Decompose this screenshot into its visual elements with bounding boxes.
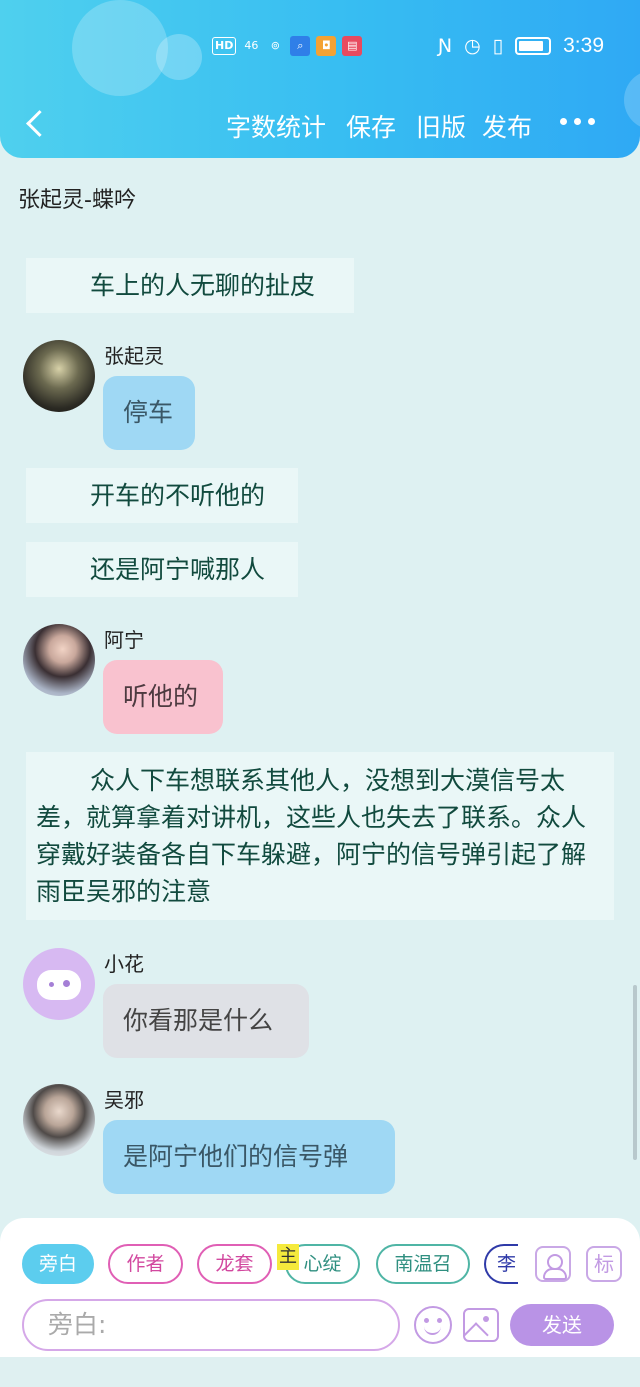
scrollbar[interactable]	[633, 985, 637, 1160]
old-version-button[interactable]: 旧版	[416, 108, 466, 144]
nfc-icon: Ɲ	[437, 35, 453, 57]
battery-icon	[515, 37, 552, 55]
alarm-icon: ◷	[464, 35, 481, 57]
speaker-name: 阿宁	[104, 628, 144, 652]
speaker-name: 吴邪	[104, 1088, 144, 1112]
avatar-wuxie[interactable]	[23, 1084, 95, 1156]
cup-app-icon: ◘	[316, 36, 337, 56]
status-left: HD 46 ⊚ ⌕ ◘ ▤	[212, 36, 363, 56]
publish-button[interactable]: 发布	[482, 108, 532, 144]
wifi-hotspot-icon: ⊚	[270, 39, 280, 52]
main-role-marker: 主	[277, 1244, 299, 1270]
avatar-aning[interactable]	[23, 624, 95, 696]
role-manage-icon[interactable]	[535, 1246, 571, 1282]
avatar-xiaohua[interactable]	[23, 948, 95, 1020]
clock-time: 3:39	[563, 34, 604, 57]
status-bar: HD 46 ⊚ ⌕ ◘ ▤ Ɲ ◷ ▯ 3:39	[0, 30, 640, 64]
narration-bubble[interactable]: 开车的不听他的	[26, 468, 298, 523]
mark-button[interactable]: 标	[586, 1246, 622, 1282]
role-chip-author[interactable]: 作者	[108, 1244, 183, 1284]
avatar-zhangqiling[interactable]	[23, 340, 95, 412]
header-actions: 字数统计 保存 旧版 发布	[226, 108, 532, 144]
save-button[interactable]: 保存	[346, 108, 396, 144]
more-options-button[interactable]	[560, 118, 595, 125]
top-header: HD 46 ⊚ ⌕ ◘ ▤ Ɲ ◷ ▯ 3:39 字数统计 保存 旧版 发布	[0, 0, 640, 158]
speaker-name: 小花	[104, 952, 144, 976]
role-chip-narrator[interactable]: 旁白	[22, 1244, 94, 1284]
role-chip-extra[interactable]: 龙套	[197, 1244, 272, 1284]
search-app-icon: ⌕	[290, 36, 311, 56]
status-right: Ɲ ◷ ▯ 3:39	[438, 34, 604, 58]
narration-bubble[interactable]: 众人下车想联系其他人，没想到大漠信号太差，就算拿着对讲机，这些人也失去了联系。众…	[26, 752, 614, 920]
emoji-icon[interactable]	[414, 1306, 452, 1344]
narration-bubble[interactable]: 还是阿宁喊那人	[26, 542, 298, 597]
send-button[interactable]: 发送	[510, 1304, 614, 1346]
vibrate-icon: ▯	[492, 35, 504, 57]
back-button[interactable]	[22, 106, 52, 142]
word-count-button[interactable]: 字数统计	[226, 108, 326, 144]
message-input[interactable]: 旁白:	[22, 1299, 400, 1351]
narration-bubble[interactable]: 车上的人无聊的扯皮	[26, 258, 354, 313]
bottom-strip	[0, 1357, 640, 1387]
story-title: 张起灵-蝶吟	[18, 188, 136, 213]
decor-bubble	[624, 70, 640, 130]
signal-icon: 46	[244, 39, 259, 52]
role-chip-li[interactable]: 李	[484, 1244, 518, 1284]
chat-face-icon	[37, 970, 81, 1000]
chat-bubble[interactable]: 是阿宁他们的信号弹	[103, 1120, 395, 1194]
speaker-name: 张起灵	[104, 344, 164, 368]
chat-bubble[interactable]: 听他的	[103, 660, 223, 734]
book-app-icon: ▤	[342, 36, 363, 56]
role-chip-nanwenzhao[interactable]: 南温召	[376, 1244, 470, 1284]
chat-bubble[interactable]: 你看那是什么	[103, 984, 309, 1058]
chat-bubble[interactable]: 停车	[103, 376, 195, 450]
image-icon[interactable]	[463, 1308, 499, 1342]
hd-icon: HD	[212, 37, 237, 55]
